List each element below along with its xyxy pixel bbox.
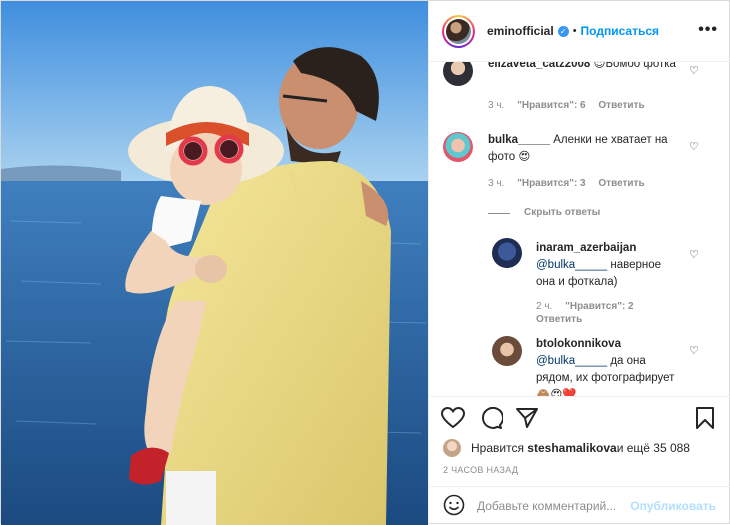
more-options-icon[interactable]: ••• (698, 21, 718, 39)
comment-avatar[interactable] (443, 62, 473, 86)
liker-avatar[interactable] (443, 439, 461, 457)
likes-summary: Нравится steshamalikova и ещё 35 088 (443, 439, 690, 457)
header-separator: • (572, 25, 577, 37)
comment-username[interactable]: elizaveta_catz2008 (488, 62, 590, 70)
comment-likes-count[interactable]: "Нравится": 6 (517, 100, 586, 111)
author-avatar[interactable] (442, 14, 475, 48)
comment-meta: 3 ч. "Нравится": 3 Ответить (488, 178, 655, 189)
follow-button[interactable]: Подписаться (581, 24, 659, 38)
comment-text: elizaveta_catz2008 😍Бомбо фотка (488, 62, 688, 73)
verified-badge-icon: ✓ (557, 25, 569, 37)
post-header: eminofficial ✓ • Подписаться ••• (429, 1, 730, 62)
comment-time[interactable]: 3 ч. (488, 178, 504, 189)
reply-time[interactable]: 2 ч. (536, 301, 552, 312)
likes-count[interactable]: и ещё 35 088 (617, 441, 690, 455)
emoji-icon[interactable] (443, 494, 465, 519)
author-username[interactable]: eminofficial (487, 24, 554, 38)
comment-reply-button[interactable]: Ответить (598, 178, 644, 189)
reply-likes-count[interactable]: "Нравится": 2 (565, 301, 634, 312)
post-timestamp[interactable]: 2 ЧАСОВ НАЗАД (443, 465, 518, 475)
comment-reply-button[interactable]: Ответить (598, 100, 644, 111)
post-photo-illustration (1, 1, 428, 525)
post-photo[interactable] (1, 1, 428, 525)
comment-meta: 3 ч. "Нравится": 6 Ответить (488, 100, 655, 111)
comment-like-icon[interactable]: ♡ (689, 64, 699, 77)
comments-list[interactable]: elizaveta_catz2008 😍Бомбо фотка ♡ 3 ч. "… (429, 62, 730, 396)
likes-prefix: Нравится (471, 441, 524, 455)
hide-replies-line (488, 213, 510, 214)
reply-like-icon[interactable]: ♡ (689, 248, 699, 261)
comment-text: bulka_____ Аленки не хватает на фото 😍 (488, 134, 668, 163)
bookmark-icon[interactable] (694, 407, 716, 432)
reply-meta: 2 ч. "Нравится": 2 Ответить (536, 300, 676, 326)
instagram-post: eminofficial ✓ • Подписаться ••• elizave… (0, 0, 730, 525)
comment-icon[interactable] (479, 406, 504, 432)
publish-button[interactable]: Опубликовать (630, 499, 716, 513)
reply-mention[interactable]: @bulka_____ (536, 259, 607, 271)
comment-avatar[interactable] (443, 132, 473, 162)
comment-input[interactable]: Добавьте комментарий... (477, 499, 630, 513)
reply-username[interactable]: btolokonnikova (536, 338, 621, 350)
share-icon[interactable] (515, 407, 539, 432)
reply-reply-button[interactable]: Ответить (536, 314, 582, 325)
reply-username[interactable]: inaram_azerbaijan (536, 242, 636, 254)
comment-time[interactable]: 3 ч. (488, 100, 504, 111)
post-side-panel: eminofficial ✓ • Подписаться ••• elizave… (428, 1, 730, 525)
reply-like-icon[interactable]: ♡ (689, 344, 699, 357)
reply-mention[interactable]: @bulka_____ (536, 355, 607, 367)
author-avatar-image (446, 18, 471, 44)
heart-icon[interactable] (440, 406, 466, 432)
comment-likes-count[interactable]: "Нравится": 3 (517, 178, 586, 189)
post-actions-bar (429, 396, 730, 440)
comment-like-icon[interactable]: ♡ (689, 140, 699, 153)
comment-username[interactable]: bulka_____ (488, 134, 550, 146)
hide-replies-button[interactable]: Скрыть ответы (524, 207, 600, 218)
reply-text: inaram_azerbaijan @bulka_____ наверное о… (536, 242, 662, 288)
liker-username[interactable]: steshamalikova (527, 441, 616, 455)
add-comment-bar: Добавьте комментарий... Опубликовать (429, 486, 730, 525)
reply-text: btolokonnikova @bulka_____ да она рядом,… (536, 338, 675, 396)
reply-avatar[interactable] (492, 238, 522, 268)
reply-avatar[interactable] (492, 336, 522, 366)
